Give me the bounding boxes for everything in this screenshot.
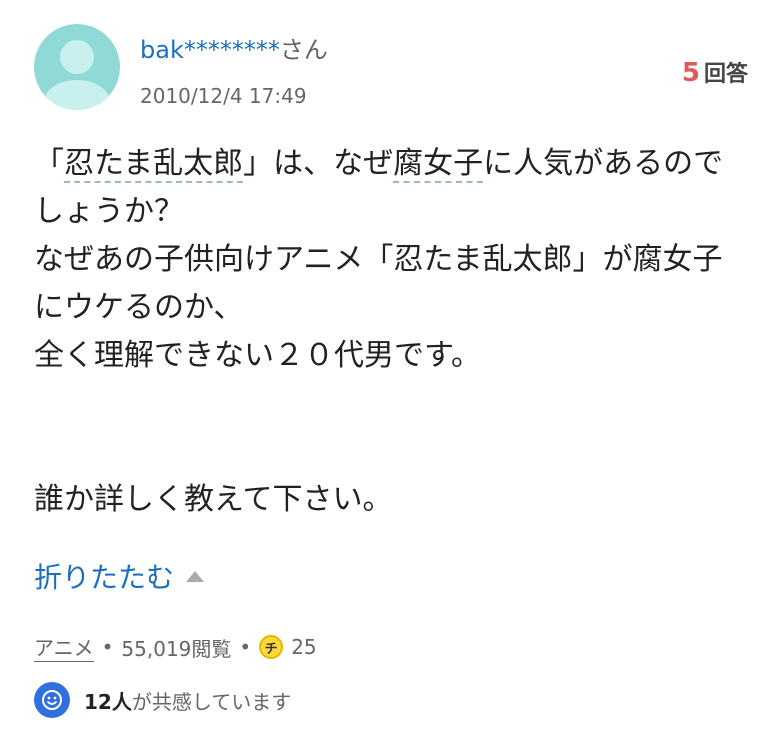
username-suffix: さん bbox=[279, 36, 328, 64]
answer-count-label: 回答 bbox=[703, 62, 748, 87]
avatar-head bbox=[60, 40, 94, 74]
username[interactable]: bak********さん bbox=[140, 30, 328, 65]
view-count: 55,019閲覧 bbox=[121, 636, 232, 661]
user-avatar[interactable] bbox=[34, 24, 120, 110]
question-line: 誰か詳しく教えて下さい。 bbox=[34, 482, 393, 517]
bracket-open: 「 bbox=[34, 146, 64, 181]
question-text: に人気があるので bbox=[483, 146, 724, 181]
question-line: にウケるのか、 bbox=[34, 290, 244, 325]
question-body: 「忍たま乱太郎」は、なぜ腐女子に人気があるので しょうか？ なぜあの子供向けアニ… bbox=[34, 140, 750, 524]
category-link[interactable]: アニメ bbox=[34, 632, 94, 662]
coin-count: 25 bbox=[291, 635, 317, 659]
answer-count[interactable]: 5 回答 bbox=[682, 56, 748, 88]
question-line: 「忍たま乱太郎」は、なぜ腐女子に人気があるので bbox=[34, 140, 750, 188]
question-text: 」は、なぜ bbox=[243, 146, 394, 181]
question-meta: アニメ • 55,019閲覧 • チ 25 bbox=[34, 632, 317, 662]
question-line: しょうか？ bbox=[34, 194, 184, 229]
empathy-count: 12人 bbox=[84, 689, 132, 714]
avatar-body bbox=[44, 80, 110, 110]
coin-icon: チ bbox=[259, 635, 284, 659]
separator-dot: • bbox=[239, 635, 252, 659]
keyword-link[interactable]: 腐女子 bbox=[393, 146, 484, 183]
caret-up-icon bbox=[186, 570, 205, 582]
separator-dot: • bbox=[101, 635, 114, 659]
collapse-button[interactable]: 折りたたむ bbox=[34, 556, 205, 596]
blank-space bbox=[34, 380, 750, 476]
answer-count-number: 5 bbox=[681, 58, 700, 88]
collapse-label: 折りたたむ bbox=[34, 561, 175, 594]
smile-icon[interactable] bbox=[34, 682, 70, 718]
empathy-row[interactable]: 12人 が共感しています bbox=[34, 682, 291, 718]
question-line: なぜあの子供向けアニメ「忍たま乱太郎」が腐女子 bbox=[34, 242, 723, 277]
username-text[interactable]: bak******** bbox=[140, 36, 280, 64]
post-date: 2010/12/4 17:49 bbox=[140, 84, 307, 108]
keyword-link[interactable]: 忍たま乱太郎 bbox=[64, 146, 244, 183]
empathy-text: が共感しています bbox=[131, 689, 292, 714]
question-line: 全く理解できない２０代男です。 bbox=[34, 338, 481, 373]
